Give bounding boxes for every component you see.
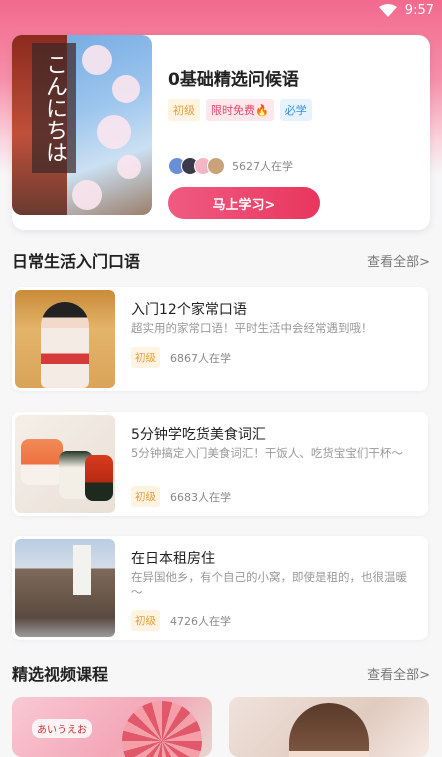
course-thumbnail [15, 539, 115, 637]
anime-girl-graphic [289, 703, 369, 757]
course-card[interactable]: 在日本租房住 在异国他乡，有个自己的小窝，即使是租的，也很温暖～ 初级 4726… [12, 536, 428, 640]
section-videos-header: 精选视频课程 查看全部> [12, 661, 430, 685]
course-thumbnail [15, 415, 115, 513]
featured-course-card[interactable]: こんにちは 0基础精选问候语 初级 限时免费🔥 必学 5627人在学 马上学习> [12, 35, 430, 230]
course-card[interactable]: 入门12个家常口语 超实用的家常口语！平时生活中会经常遇到哦！ 初级 6867人… [12, 287, 428, 391]
free-badge: 限时免费🔥 [206, 99, 274, 121]
avatar [207, 157, 225, 175]
must-learn-badge: 必学 [279, 99, 312, 121]
course-description: 5分钟搞定入门美食词汇！干饭人、吃货宝宝们干杯～ [131, 446, 403, 460]
featured-course-title: 0基础精选问候语 [168, 70, 299, 90]
learner-count: 6867人在学 [170, 351, 231, 365]
video-card-label: あいうえお [32, 719, 92, 738]
featured-learners: 5627人在学 [168, 157, 293, 175]
course-title: 在日本租房住 [131, 551, 215, 567]
video-course-card[interactable]: あいうえお [12, 697, 212, 757]
course-description: 在异国他乡，有个自己的小窝，即使是租的，也很温暖～ [131, 570, 407, 599]
learner-count: 6683人在学 [170, 490, 231, 504]
sushi-graphic [21, 439, 63, 485]
parasol-graphic [122, 701, 202, 757]
video-course-card[interactable] [229, 697, 429, 757]
wifi-icon [378, 3, 397, 17]
course-title: 入门12个家常口语 [131, 302, 247, 318]
featured-learner-count: 5627人在学 [232, 160, 293, 173]
course-title: 5分钟学吃货美食词汇 [131, 427, 266, 443]
blossom-graphic [72, 180, 102, 210]
level-badge: 初级 [131, 486, 160, 507]
learner-count: 4726人在学 [170, 614, 231, 628]
featured-course-tags: 初级 限时免费🔥 必学 [168, 99, 312, 121]
blossom-graphic [97, 115, 131, 149]
blossom-graphic [117, 155, 141, 179]
see-all-link[interactable]: 查看全部> [367, 664, 430, 683]
section-daily-life-header: 日常生活入门口语 查看全部> [12, 248, 430, 272]
level-badge: 初级 [131, 610, 160, 631]
featured-image-text: こんにちは [32, 43, 76, 173]
blossom-graphic [82, 45, 112, 75]
see-all-link[interactable]: 查看全部> [367, 251, 430, 270]
start-learning-button[interactable]: 马上学习> [168, 187, 320, 219]
status-bar: 9:57 [0, 0, 442, 20]
course-meta: 初级 4726人在学 [131, 610, 231, 631]
course-meta: 初级 6683人在学 [131, 486, 231, 507]
level-badge: 初级 [168, 99, 200, 121]
course-meta: 初级 6867人在学 [131, 347, 231, 368]
section-title: 精选视频课程 [12, 665, 109, 684]
course-thumbnail [15, 290, 115, 388]
sushi-graphic [85, 455, 113, 501]
course-description: 超实用的家常口语！平时生活中会经常遇到哦！ [131, 321, 373, 335]
status-time: 9:57 [404, 2, 434, 18]
blossom-graphic [112, 75, 140, 103]
level-badge: 初级 [131, 347, 160, 368]
section-title: 日常生活入门口语 [12, 252, 141, 271]
shop-sign-graphic [73, 545, 91, 595]
course-card[interactable]: 5分钟学吃货美食词汇 5分钟搞定入门美食词汇！干饭人、吃货宝宝们干杯～ 初级 6… [12, 412, 428, 516]
kimono-person-graphic [41, 302, 89, 388]
featured-course-image: こんにちは [12, 35, 152, 215]
